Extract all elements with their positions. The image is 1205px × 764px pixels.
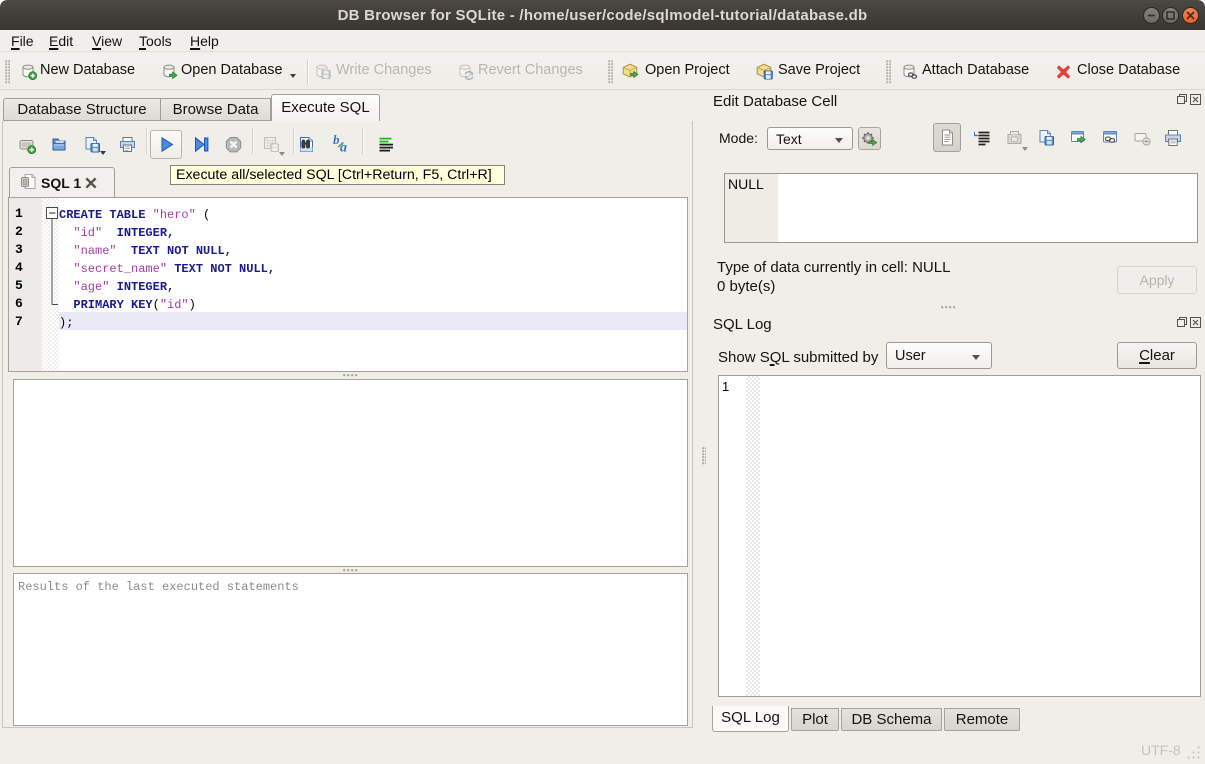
- svg-text:a: a: [340, 141, 347, 153]
- svg-text:b: b: [333, 135, 340, 147]
